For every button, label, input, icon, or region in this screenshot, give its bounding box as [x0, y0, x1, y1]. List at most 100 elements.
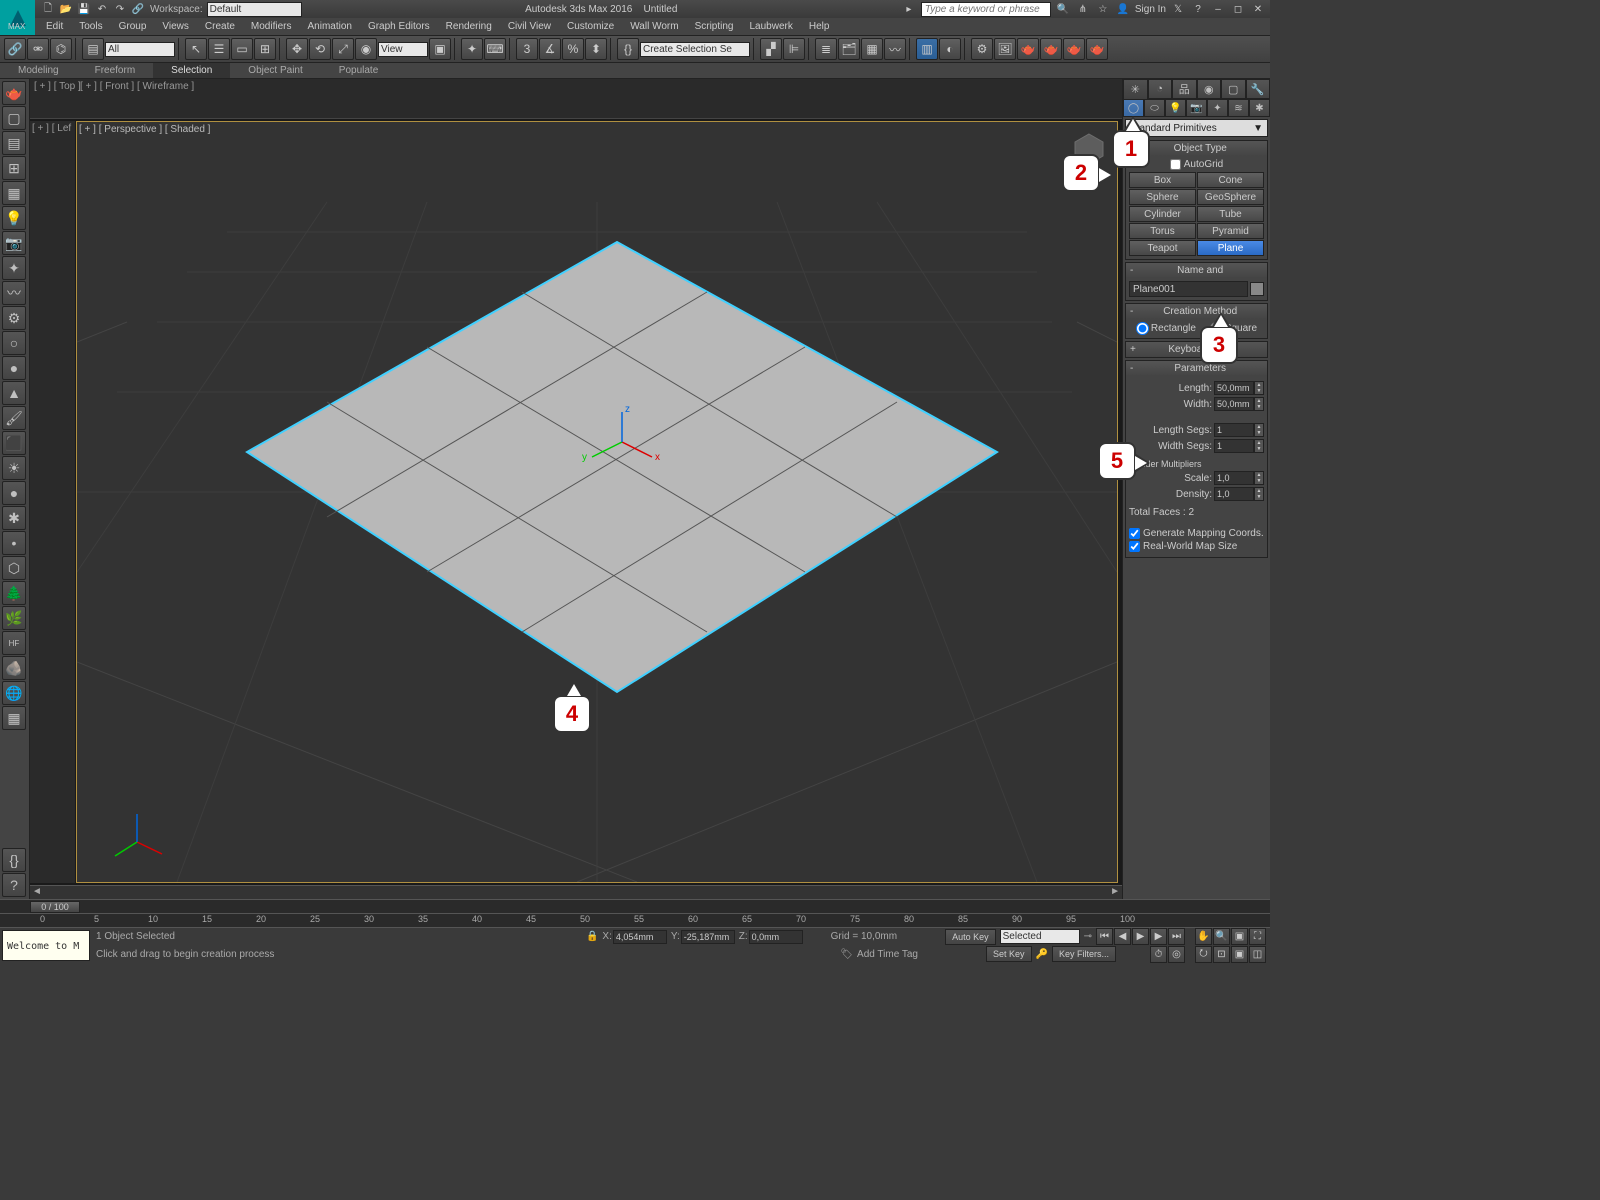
prim-sphere[interactable]: Sphere — [1129, 189, 1196, 205]
window-icon[interactable]: ⊞ — [2, 156, 26, 180]
vp-zoom-btn[interactable]: 🔍 — [1213, 928, 1230, 945]
sun-icon[interactable]: ☀ — [2, 456, 26, 480]
vp-left-label[interactable]: [ + ] [ Lef — [32, 123, 71, 134]
prim-cylinder[interactable]: Cylinder — [1129, 206, 1196, 222]
spinner-snap-btn[interactable]: ⬍ — [585, 38, 607, 60]
moon-icon[interactable]: ● — [2, 481, 26, 505]
system-icon[interactable]: ⚙ — [2, 306, 26, 330]
scene-expl-btn[interactable]: 🗂 — [838, 38, 860, 60]
timeline-slider[interactable]: 0 / 100 — [0, 899, 1270, 913]
close-icon[interactable]: ✕ — [1250, 1, 1266, 17]
exchange-icon[interactable]: 𝕏 — [1170, 1, 1186, 17]
menu-graph-editors[interactable]: Graph Editors — [360, 19, 438, 34]
menu-tools[interactable]: Tools — [71, 19, 110, 34]
rollout-toggle-name[interactable]: - — [1130, 265, 1133, 276]
object-color-swatch[interactable] — [1250, 282, 1264, 296]
unlink-btn[interactable]: ⚮ — [27, 38, 49, 60]
menu-scripting[interactable]: Scripting — [687, 19, 742, 34]
tab-motion[interactable]: ◉ — [1197, 79, 1222, 99]
keyfilters-button[interactable]: Key Filters... — [1052, 946, 1116, 962]
cylinder-icon[interactable]: ⬛ — [2, 431, 26, 455]
bind-btn[interactable]: ⌬ — [50, 38, 72, 60]
globe-icon[interactable]: 🌐 — [2, 681, 26, 705]
grass-icon[interactable]: 🌿 — [2, 606, 26, 630]
stair-icon[interactable]: ▦ — [2, 181, 26, 205]
vp-persp-label[interactable]: [ + ] [ Perspective ] [ Shaded ] — [79, 124, 210, 135]
shape-icon[interactable]: ⬡ — [2, 556, 26, 580]
width-input[interactable] — [1214, 397, 1254, 411]
vp-orbit-btn[interactable]: ⭮ — [1195, 946, 1212, 963]
angle-snap-btn[interactable]: ∡ — [539, 38, 561, 60]
z-coord[interactable] — [749, 930, 803, 944]
vp-zoom-all-btn[interactable]: ⊡ — [1213, 946, 1230, 963]
vp-min-max-btn[interactable]: ◫ — [1249, 946, 1266, 963]
user-icon[interactable]: 👤 — [1115, 1, 1131, 17]
grid-icon[interactable]: ▦ — [2, 706, 26, 730]
gen-map-checkbox[interactable] — [1129, 528, 1140, 539]
redo-icon[interactable]: ↷ — [112, 1, 128, 17]
next-frame-btn[interactable]: ▶ — [1150, 928, 1167, 945]
menu-modifiers[interactable]: Modifiers — [243, 19, 300, 34]
render-btn[interactable]: 🫖 — [1017, 38, 1039, 60]
menu-animation[interactable]: Animation — [299, 19, 359, 34]
sub-systems[interactable]: ✱ — [1249, 99, 1270, 117]
menu-wall-worm[interactable]: Wall Worm — [622, 19, 686, 34]
save-icon[interactable]: 💾 — [76, 1, 92, 17]
curve-ed-btn[interactable]: 〰 — [884, 38, 906, 60]
hf-icon[interactable]: HF — [2, 631, 26, 655]
tab-display[interactable]: ▢ — [1221, 79, 1246, 99]
sub-spacewarps[interactable]: ≋ — [1228, 99, 1249, 117]
render-iter-btn[interactable]: 🫖 — [1063, 38, 1085, 60]
wseg-spinner[interactable]: ▲▼ — [1254, 439, 1264, 453]
tab-modify[interactable]: ◔ — [1148, 79, 1173, 99]
menu-group[interactable]: Group — [111, 19, 155, 34]
pivot-btn[interactable]: ▣ — [429, 38, 451, 60]
vp-pan-btn[interactable]: ✋ — [1195, 928, 1212, 945]
material-ed-btn[interactable]: ◐ — [939, 38, 961, 60]
viewport-perspective[interactable]: [ + ] [ Perspective ] [ Shaded ] — [76, 121, 1118, 883]
prev-frame-btn[interactable]: ◀ — [1114, 928, 1131, 945]
sphere-icon[interactable]: ● — [2, 356, 26, 380]
prim-plane[interactable]: Plane — [1197, 240, 1264, 256]
menu-views[interactable]: Views — [154, 19, 197, 34]
new-icon[interactable]: 🗋 — [40, 1, 56, 17]
maxscript-listener[interactable]: Welcome to M — [2, 930, 90, 961]
ribbon-freeform[interactable]: Freeform — [77, 63, 154, 78]
teapot-icon[interactable]: 🫖 — [2, 81, 26, 105]
autogrid-checkbox[interactable] — [1170, 159, 1181, 170]
sub-lights[interactable]: 💡 — [1165, 99, 1186, 117]
script-icon[interactable]: {} — [2, 848, 26, 872]
selset-input[interactable] — [640, 42, 750, 57]
rock-icon[interactable]: 🪨 — [2, 656, 26, 680]
helper-icon[interactable]: ✦ — [2, 256, 26, 280]
scale-spinner[interactable]: ▲▼ — [1254, 471, 1264, 485]
prim-cone[interactable]: Cone — [1197, 172, 1264, 188]
toggle-ribbon-btn[interactable]: ▦ — [861, 38, 883, 60]
render-active-btn[interactable]: 🫖 — [1086, 38, 1108, 60]
ref-coord-select[interactable] — [378, 42, 428, 57]
add-time-tag[interactable]: Add Time Tag — [857, 949, 918, 960]
tab-utilities[interactable]: 🔧 — [1246, 79, 1271, 99]
snap-btn[interactable]: 3 — [516, 38, 538, 60]
select-name-btn[interactable]: ☰ — [208, 38, 230, 60]
object-name-input[interactable] — [1129, 281, 1248, 297]
timeline-ruler[interactable]: 0510152025303540455055606570758085909510… — [0, 913, 1270, 927]
placement-btn[interactable]: ◉ — [355, 38, 377, 60]
goto-end-btn[interactable]: ⏭ — [1168, 928, 1185, 945]
box-icon[interactable]: ▢ — [2, 106, 26, 130]
pct-snap-btn[interactable]: % — [562, 38, 584, 60]
play-btn[interactable]: ▶ — [1132, 928, 1149, 945]
prim-box[interactable]: Box — [1129, 172, 1196, 188]
prim-tube[interactable]: Tube — [1197, 206, 1264, 222]
move-btn[interactable]: ✥ — [286, 38, 308, 60]
link-btn[interactable]: 🔗 — [4, 38, 26, 60]
time-config-btn[interactable]: ⏱ — [1150, 946, 1167, 963]
setkey-button[interactable]: Set Key — [986, 946, 1032, 962]
rendered-fb-btn[interactable]: 🖼 — [994, 38, 1016, 60]
manip-btn[interactable]: ✦ — [461, 38, 483, 60]
layer-btn[interactable]: ≣ — [815, 38, 837, 60]
menu-edit[interactable]: Edit — [38, 19, 71, 34]
prim-teapot[interactable]: Teapot — [1129, 240, 1196, 256]
autokey-button[interactable]: Auto Key — [945, 929, 996, 945]
menu-rendering[interactable]: Rendering — [438, 19, 500, 34]
